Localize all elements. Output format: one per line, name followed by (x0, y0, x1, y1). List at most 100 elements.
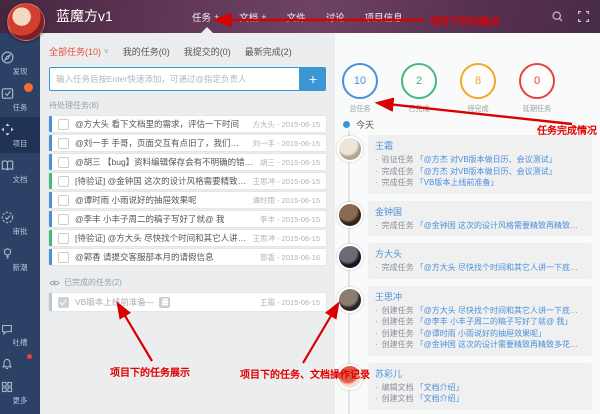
tab-我的任务(0)[interactable]: 我的任务(0) (123, 45, 170, 58)
feed-action-target[interactable]: 「文档介绍」 (416, 394, 464, 403)
task-meta: 王霜 - 2015-06-15 (259, 297, 320, 307)
task-checkbox[interactable] (58, 137, 69, 149)
plus-icon[interactable]: + (214, 12, 219, 22)
feed-action-target[interactable]: 「@方大头 尽快找个时间和其它人讲一下底层的架构」 (416, 306, 585, 315)
task-row[interactable]: @李丰 小丰子周二的稿子写好了就@ 我 李丰 - 2015-06-15 (49, 211, 326, 227)
task-row[interactable]: @胡三 【bug】资料编辑保存会有不明确的错误提示 胡三 - 2015-06-15 (49, 154, 326, 170)
stat-总任务[interactable]: 10 总任务 (341, 63, 379, 114)
nav-tab-文档[interactable]: 文档 + (239, 10, 266, 24)
feed-user-name[interactable]: 金钟国 (375, 205, 585, 218)
expand-icon[interactable] (577, 10, 590, 23)
avatar[interactable] (337, 201, 363, 228)
stat-circle: 0 (519, 63, 555, 99)
task-checkbox[interactable] (58, 194, 69, 206)
task-row[interactable]: @刘一手 手哥，页面交互有点旧了，我们需要更新一套交互效果刘一手 - 2015-… (49, 135, 326, 151)
sidebar-item-项目[interactable]: 项目 (0, 117, 40, 153)
stat-延期任务[interactable]: 0 延期任务 (518, 63, 556, 114)
sidebar-item-新潮[interactable]: 新潮 (0, 241, 40, 277)
task-title: @李丰 小丰子周二的稿子写好了就@ 我 (75, 214, 225, 224)
avatar[interactable] (337, 244, 363, 270)
nav-tab-文件[interactable]: 文件 (287, 10, 306, 24)
bell-icon (0, 357, 40, 371)
nav-tab-label: 项目信息 (364, 12, 403, 24)
sidebar-item-label: 吐槽 (12, 338, 28, 347)
plus-icon[interactable]: + (261, 12, 266, 22)
feed-user-name[interactable]: 王霜 (375, 139, 585, 152)
add-task-button[interactable]: + (300, 67, 326, 91)
task-row[interactable]: @郭香 请提交客服部本月的请假信息 郭香 - 2015-06-16 (49, 249, 326, 265)
feed-action-verb: 创建文档 (381, 394, 414, 403)
task-row[interactable]: [待验证] @金钟国 这次的设计风格需要精致再精致多花一点时… 王思冲 - 201… (49, 173, 326, 189)
feed-entry: 苏彩儿 · 编辑文档 「文档介绍」 · 创建文档 「文档介绍」 (335, 362, 600, 410)
task-title: @刘一手 手哥，页面交互有点旧了，我们需要更新一套交互效果 (75, 138, 246, 148)
tab-我提交的(0)[interactable]: 我提交的(0) (184, 45, 231, 58)
sidebar-item-审批[interactable]: 审批 (0, 205, 40, 241)
new-task-input[interactable] (49, 67, 300, 91)
task-checkbox[interactable] (58, 232, 69, 244)
feed-action-target[interactable]: 「@方杰 对VB版本做日历、会议测试」 (416, 155, 557, 164)
stat-label: 待完成 (467, 104, 489, 113)
sidebar-item-label: 发现 (12, 67, 28, 76)
activity-panel: 10 总任务 2 已完成 8 待完成 0 延期任务 今天 王霜 · 验证任务 「@方杰 对VB版本做… (335, 33, 600, 414)
sidebar-item-发现[interactable]: 发现 (0, 45, 40, 81)
feed-entry: 金钟国 ·完成任务「@金钟国 这次的设计风格需要精致再精致多花一点时间撒」 (335, 200, 600, 236)
sidebar-item-label: 文档 (12, 175, 28, 184)
sidebar-footer-item-吐槽[interactable]: 吐槽 (0, 317, 40, 352)
task-checkbox[interactable] (58, 118, 69, 130)
stat-circle: 2 (401, 63, 437, 99)
task-row[interactable]: @谭时雨 小雨说好的抽屉效果呢 谭时雨 - 2015-06-15 (49, 192, 326, 208)
bullet: · (375, 328, 378, 338)
chevron-down-icon[interactable]: ˅ (104, 47, 109, 56)
task-title: [待验证] @金钟国 这次的设计风格需要精致再精致多花一点时… (75, 176, 247, 186)
add-task-row: + (49, 67, 326, 91)
nav-tab-任务[interactable]: 任务 + (192, 10, 219, 24)
search-icon[interactable] (551, 10, 564, 23)
completed-task-row[interactable]: VB版本上线前准备— 王霜 - 2015-06-15 (49, 293, 326, 311)
feed-action-verb: 创建任务 (381, 305, 414, 315)
task-checkbox-checked[interactable] (58, 296, 69, 308)
feed-action-target[interactable]: 「文档介绍」 (416, 383, 464, 392)
nav-tab-讨论[interactable]: 讨论 (326, 10, 345, 24)
feed-action-target[interactable]: 「VB版本上线前准备」 (416, 178, 499, 187)
feed-action-target[interactable]: 「@李丰 小丰子周二的稿子写好了就@ 我」 (416, 317, 573, 326)
sidebar-item-任务[interactable]: 任务 (0, 81, 40, 117)
feed-action-target[interactable]: 「@金钟国 这次的设计风格需要精致再精致多花一点时间撒」 (416, 221, 585, 230)
feed-action-target[interactable]: 「@方杰 对VB版本做日历、会议测试」 (416, 167, 557, 176)
stat-已完成[interactable]: 2 已完成 (400, 63, 438, 114)
task-checkbox[interactable] (58, 175, 69, 187)
nav-tab-项目信息[interactable]: 项目信息 (365, 10, 403, 24)
avatar[interactable] (337, 136, 363, 162)
tab-全部任务(10)[interactable]: 全部任务(10) ˅ (49, 45, 109, 58)
feed-action-target[interactable]: 「@谭时雨 小雨说好的抽屉效果呢」 (416, 329, 546, 338)
feedback-icon (0, 322, 40, 336)
task-checkbox[interactable] (58, 213, 69, 225)
feed-action-verb: 创建任务 (381, 328, 414, 338)
tab-最新完成(2)[interactable]: 最新完成(2) (245, 45, 292, 58)
sidebar-item-label: 新潮 (12, 263, 28, 272)
stat-circle: 10 (342, 63, 378, 99)
bullet: · (375, 382, 378, 392)
feed-action-target[interactable]: 「@金钟国 这次的设计需要精致再精致多花一点时间磨」 (416, 340, 585, 349)
feed-action-target[interactable]: 「@方大头 尽快找个时间和其它人讲一下底层的架构」 (416, 263, 585, 272)
sidebar-footer-item-bell[interactable] (0, 352, 40, 375)
task-checkbox[interactable] (58, 156, 69, 168)
compass-icon (0, 50, 40, 65)
feed-user-name[interactable]: 王思冲 (375, 290, 585, 303)
task-row[interactable]: @方大头 看下文档里的需求，评估一下时间 方大头 - 2015-06-15 (49, 116, 326, 132)
feed-entry: 方大头 ·完成任务「@方大头 尽快找个时间和其它人讲一下底层的架构」 (335, 243, 600, 279)
sidebar-item-文档[interactable]: 文档 (0, 153, 40, 189)
task-checkbox[interactable] (58, 251, 69, 263)
avatar[interactable] (337, 286, 363, 313)
feed-action: · 创建任务 「@李丰 小丰子周二的稿子写好了就@ 我」 (375, 316, 585, 328)
feed-user-name[interactable]: 方大头 (375, 247, 585, 260)
sidebar-item-label: 更多 (12, 396, 28, 405)
feed-user-name[interactable]: 苏彩儿 (375, 367, 585, 380)
feed-entry: 王思冲·创建任务「@方大头 尽快找个时间和其它人讲一下底层的架构」·创建任务「@… (335, 285, 600, 356)
task-row[interactable]: [待验证] @方大头 尽快找个时间和其它人讲一下底层的架构王思冲 - 2015-… (49, 230, 326, 246)
list-badge-icon (159, 296, 171, 308)
feed-action: · 验证任务 「@方杰 对VB版本做日历、会议测试」 (375, 154, 585, 166)
sidebar-footer-item-更多[interactable]: 更多 (0, 375, 40, 410)
feed-action-verb: 完成任务 (381, 220, 414, 230)
stat-待完成[interactable]: 8 待完成 (459, 63, 497, 114)
user-avatar[interactable] (7, 3, 45, 41)
